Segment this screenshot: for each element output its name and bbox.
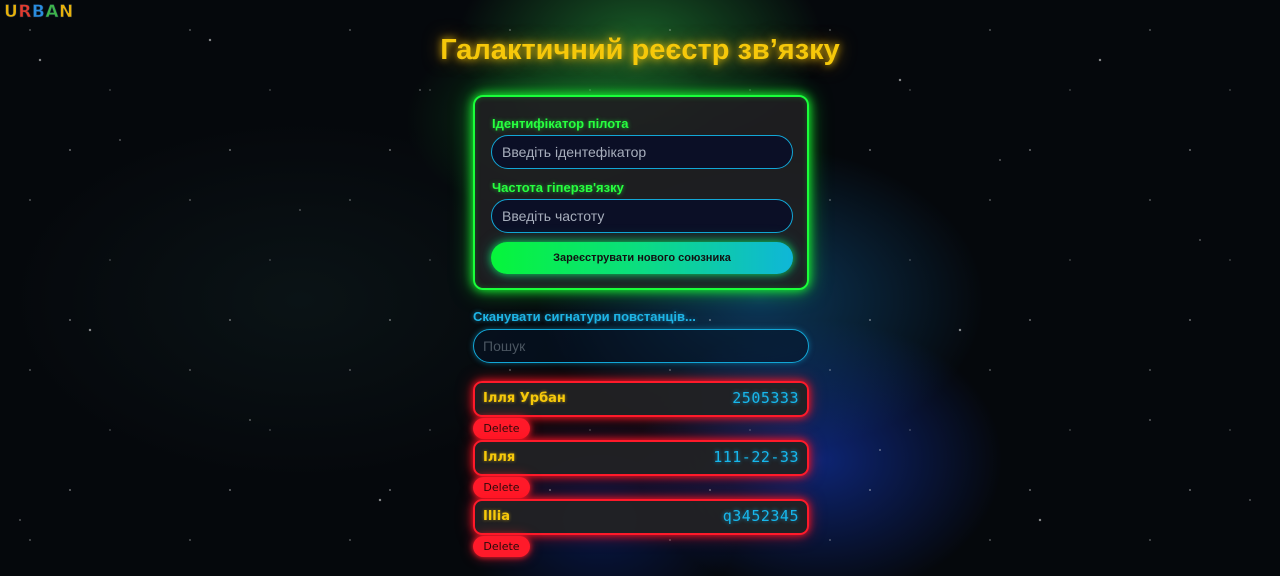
contact-name: Ілля <box>483 450 516 465</box>
pilot-id-label: Ідентифікатор пілота <box>492 116 629 131</box>
logo-letter: A <box>45 2 60 23</box>
contact-name: Ілля Урбан <box>483 391 566 406</box>
logo-letter: N <box>59 2 74 23</box>
logo-letter: R <box>18 2 32 23</box>
delete-contact-button[interactable]: Delete <box>473 536 530 557</box>
contact-phone: 111-22-33 <box>713 448 799 466</box>
contact-row: Ілля 111-22-33 <box>473 440 809 476</box>
delete-contact-button[interactable]: Delete <box>473 477 530 498</box>
frequency-label: Частота гіперзв'язку <box>492 180 624 195</box>
logo-letter: U <box>4 2 19 23</box>
contact-row: Ілля Урбан 2505333 <box>473 381 809 417</box>
pilot-id-input[interactable] <box>491 135 793 169</box>
contact-phone: q3452345 <box>722 507 799 525</box>
contact-row: Illia q3452345 <box>473 499 809 535</box>
contact-phone: 2505333 <box>732 389 799 407</box>
page-title: Галактичний реєстр зв’язку <box>440 34 840 66</box>
urban-logo: URBAN <box>4 2 74 23</box>
contact-name: Illia <box>483 509 510 524</box>
search-label: Сканувати сигнатури повстанців... <box>473 309 696 324</box>
frequency-input[interactable] <box>491 199 793 233</box>
registration-form: Ідентифікатор пілота Частота гіперзв'язк… <box>473 95 809 290</box>
logo-letter: B <box>31 2 46 23</box>
register-ally-button[interactable]: Зареєструвати нового союзника <box>491 242 793 274</box>
delete-contact-button[interactable]: Delete <box>473 418 530 439</box>
search-input[interactable] <box>473 329 809 363</box>
